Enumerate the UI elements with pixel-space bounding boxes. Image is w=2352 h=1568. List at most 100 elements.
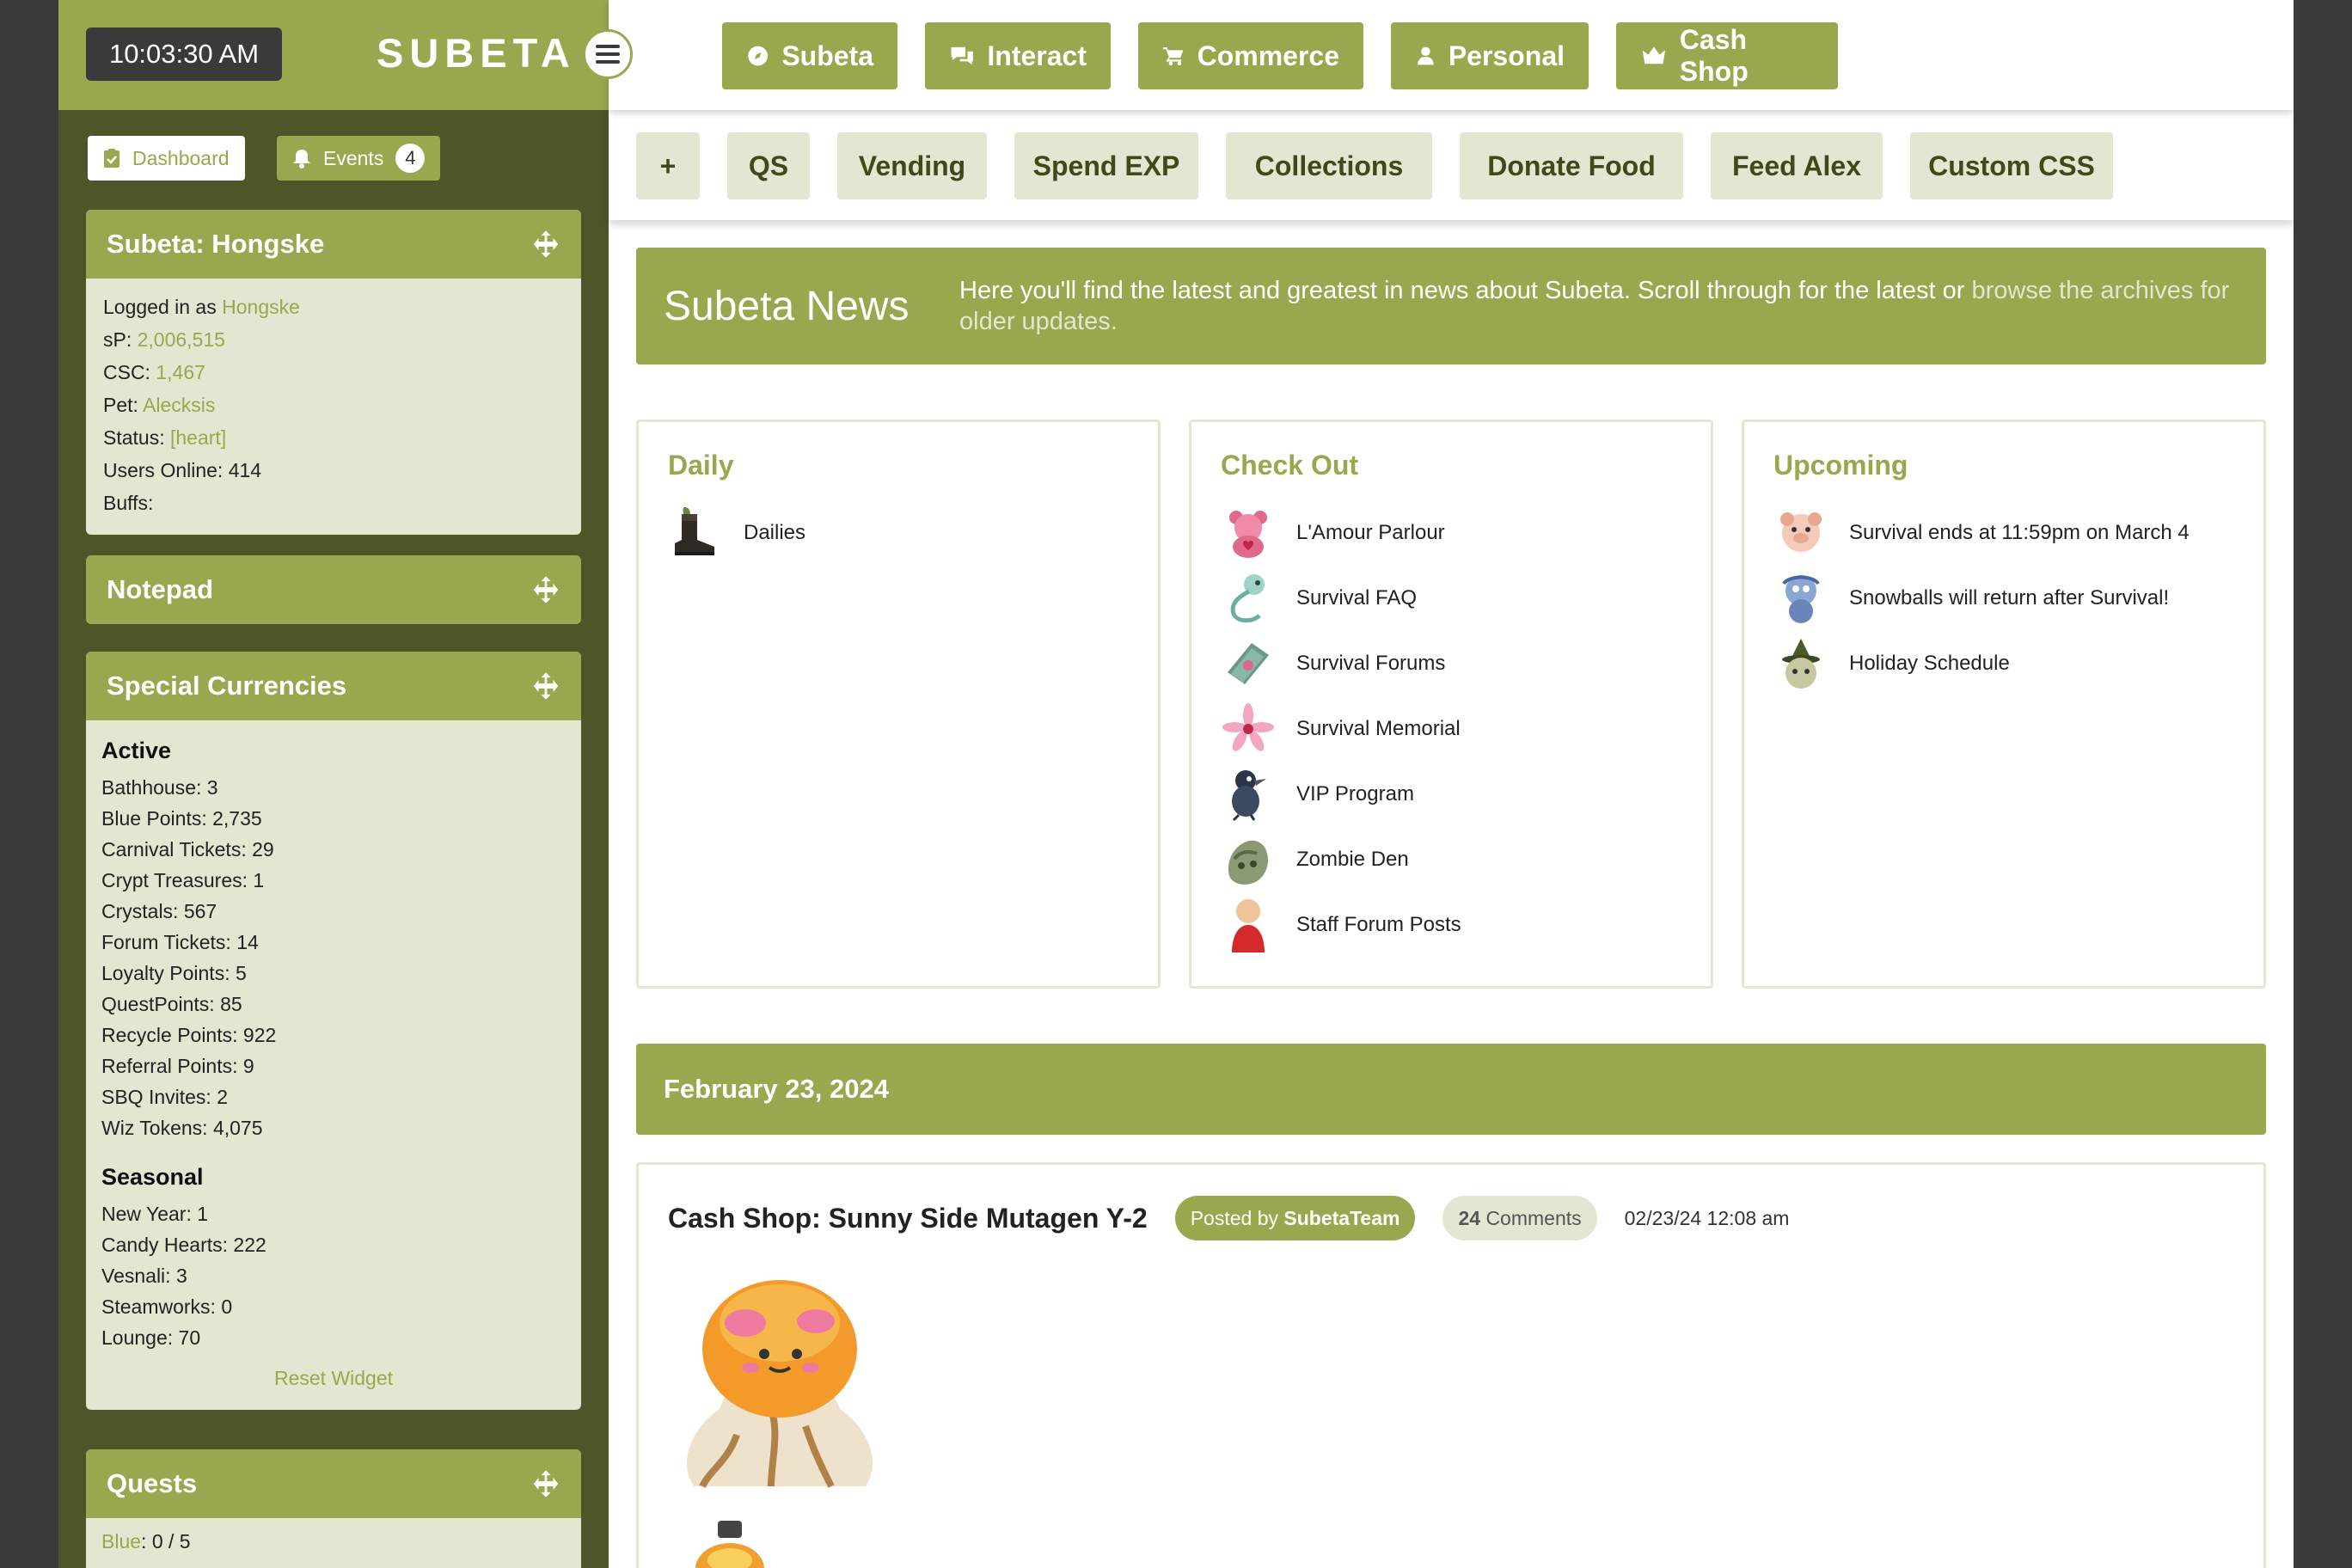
list-item[interactable]: Survival ends at 11:59pm on March 4 <box>1773 500 2234 566</box>
account-widget-title: Subeta: Hongske <box>107 229 325 259</box>
quests-title: Quests <box>107 1468 198 1498</box>
currency-item: Steamworks: 0 <box>101 1295 233 1318</box>
cart-icon <box>1163 47 1184 66</box>
username-link[interactable]: Hongske <box>222 296 300 318</box>
checkout-panel: Check Out L'Amour Parlour Survival FAQ S… <box>1189 420 1713 989</box>
post-title[interactable]: Cash Shop: Sunny Side Mutagen Y-2 <box>668 1203 1148 1234</box>
currency-item: SBQ Invites: 2 <box>101 1086 229 1108</box>
checkout-title: Check Out <box>1221 450 1359 481</box>
item-label: Dailies <box>744 521 806 544</box>
move-icon[interactable] <box>531 671 560 701</box>
upcoming-panel: Upcoming Survival ends at 11:59pm on Mar… <box>1742 420 2266 989</box>
nav-cash-shop-button[interactable]: Cash Shop <box>1616 22 1838 89</box>
main-content: Subeta News Here you'll find the latest … <box>636 248 2266 1568</box>
csc-link[interactable]: 1,467 <box>156 361 205 383</box>
events-button[interactable]: Events 4 <box>277 136 441 181</box>
quests-body: Blue: 0 / 5 <box>86 1518 581 1565</box>
quicklink-donate-food[interactable]: Donate Food <box>1460 132 1683 199</box>
currency-item: Crypt Treasures: 1 <box>101 869 265 891</box>
pet-label: Pet: <box>103 394 138 416</box>
special-currencies-widget: Special Currencies Active Bathhouse: 3 B… <box>86 652 581 1410</box>
status-link[interactable]: [heart] <box>170 426 226 449</box>
list-item[interactable]: Staff Forum Posts <box>1221 892 1681 958</box>
news-title: Subeta News <box>664 283 910 329</box>
list-item[interactable]: Zombie Den <box>1221 827 1681 892</box>
comments-tag[interactable]: 24 Comments <box>1442 1196 1597 1240</box>
users-online: Users Online: 414 <box>103 459 262 481</box>
currency-item: Lounge: 70 <box>101 1326 201 1349</box>
special-currencies-title: Special Currencies <box>107 671 347 701</box>
daily-title: Daily <box>668 450 734 481</box>
book-icon <box>1221 636 1276 691</box>
sp-label: sP: <box>103 328 132 351</box>
nav-personal-button[interactable]: Personal <box>1391 22 1589 89</box>
item-label: L'Amour Parlour <box>1296 521 1445 544</box>
quicklink-collections[interactable]: Collections <box>1226 132 1432 199</box>
notepad-widget-header[interactable]: Notepad <box>86 555 581 624</box>
clock: 10:03:30 AM <box>86 28 282 81</box>
dashboard-button[interactable]: Dashboard <box>88 136 245 181</box>
daily-panel: Daily Dailies <box>636 420 1161 989</box>
post-author: SubetaTeam <box>1283 1206 1400 1229</box>
list-item[interactable]: Survival Forums <box>1221 631 1681 696</box>
list-item[interactable]: L'Amour Parlour <box>1221 500 1681 566</box>
quest-blue-value: : 0 / 5 <box>141 1530 191 1553</box>
item-label: Staff Forum Posts <box>1296 913 1461 936</box>
list-item[interactable]: Holiday Schedule <box>1773 631 2234 696</box>
move-icon[interactable] <box>531 575 560 604</box>
menu-icon <box>596 45 620 64</box>
quests-widget-header[interactable]: Quests <box>86 1449 581 1518</box>
nav-interact-button[interactable]: Interact <box>925 22 1111 89</box>
list-item[interactable]: Survival Memorial <box>1221 696 1681 762</box>
bell-icon <box>293 150 310 168</box>
hamburger-menu-button[interactable] <box>583 29 633 79</box>
move-icon[interactable] <box>531 230 560 259</box>
upcoming-title: Upcoming <box>1773 450 1908 481</box>
currency-item: New Year: 1 <box>101 1203 209 1225</box>
notepad-widget: Notepad <box>86 555 581 624</box>
account-widget: Subeta: Hongske Logged in as Hongske sP:… <box>86 210 581 535</box>
sp-link[interactable]: 2,006,515 <box>138 328 225 351</box>
events-count-badge: 4 <box>395 144 426 173</box>
quicklink-qs[interactable]: QS <box>727 132 810 199</box>
item-label: VIP Program <box>1296 782 1414 805</box>
nav-label: Interact <box>987 40 1087 71</box>
status-label: Status: <box>103 426 165 449</box>
compass-icon <box>748 46 769 66</box>
nav-label: Commerce <box>1197 40 1339 71</box>
account-widget-header[interactable]: Subeta: Hongske <box>86 210 581 279</box>
notepad-title: Notepad <box>107 574 213 604</box>
quicklink-custom-css[interactable]: Custom CSS <box>1910 132 2113 199</box>
quests-widget: Quests Blue: 0 / 5 <box>86 1449 581 1568</box>
list-item[interactable]: Dailies <box>668 500 1129 566</box>
lily-flower-icon <box>1221 701 1276 756</box>
posted-by-tag[interactable]: Posted by SubetaTeam <box>1174 1196 1416 1240</box>
teddy-bear-icon <box>1221 505 1276 560</box>
user-icon <box>1418 46 1434 65</box>
move-icon[interactable] <box>531 1469 560 1498</box>
list-item[interactable]: VIP Program <box>1221 762 1681 827</box>
quicklink-spend-exp[interactable]: Spend EXP <box>1014 132 1198 199</box>
quest-blue-link[interactable]: Blue <box>101 1530 141 1553</box>
quicklink-feed-alex[interactable]: Feed Alex <box>1711 132 1883 199</box>
post-timestamp: 02/23/24 12:08 am <box>1624 1206 1790 1229</box>
dashboard-label: Dashboard <box>132 146 230 169</box>
nav-subeta-button[interactable]: Subeta <box>722 22 897 89</box>
site-logo[interactable]: SUBETA <box>377 29 576 77</box>
item-label: Survival ends at 11:59pm on March 4 <box>1849 521 2190 544</box>
special-currencies-body: Active Bathhouse: 3 Blue Points: 2,735 C… <box>86 720 581 1410</box>
item-label: Holiday Schedule <box>1849 652 2010 675</box>
pet-link[interactable]: Alecksis <box>143 394 215 416</box>
witch-creature-icon <box>1773 636 1828 691</box>
nav-commerce-button[interactable]: Commerce <box>1138 22 1363 89</box>
reset-widget-link[interactable]: Reset Widget <box>101 1362 566 1394</box>
list-item[interactable]: Snowballs will return after Survival! <box>1773 566 2234 631</box>
logged-in-label: Logged in as <box>103 296 217 318</box>
quicklink-vending[interactable]: Vending <box>837 132 987 199</box>
add-quicklink-button[interactable]: + <box>636 132 700 199</box>
raven-icon <box>1221 767 1276 822</box>
currency-item: QuestPoints: 85 <box>101 993 242 1015</box>
news-post: Cash Shop: Sunny Side Mutagen Y-2 Posted… <box>636 1162 2266 1568</box>
list-item[interactable]: Survival FAQ <box>1221 566 1681 631</box>
special-currencies-header[interactable]: Special Currencies <box>86 652 581 720</box>
